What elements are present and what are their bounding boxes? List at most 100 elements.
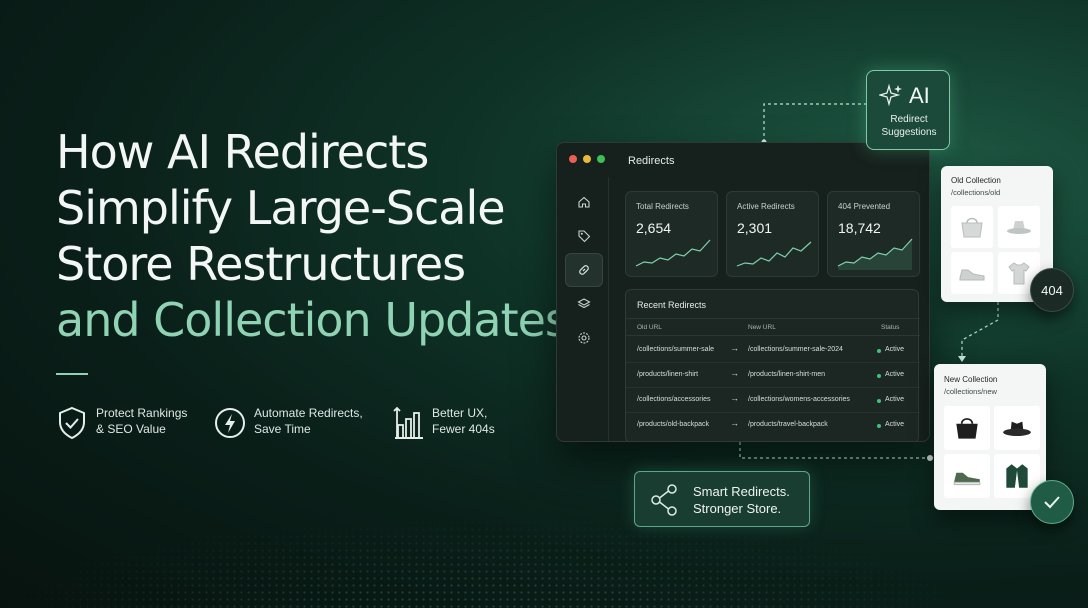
sparkline bbox=[736, 241, 812, 267]
feature-item: Better UX, Fewer 404s bbox=[392, 405, 542, 441]
product-tile bbox=[944, 454, 990, 498]
tshirt-icon bbox=[1008, 262, 1030, 285]
minimize-dot-icon[interactable] bbox=[583, 155, 591, 163]
feature-text: Better UX, Fewer 404s bbox=[432, 406, 495, 436]
arrow-right-icon: → bbox=[730, 393, 739, 403]
status-dot-icon bbox=[877, 399, 881, 403]
table-header: Old URL New URL Status bbox=[626, 318, 920, 336]
stat-value: 2,301 bbox=[737, 220, 773, 236]
table-row[interactable]: /collections/accessories → /collections/… bbox=[626, 388, 920, 413]
accent-divider bbox=[56, 373, 88, 375]
old-url: /collections/summer-sale bbox=[637, 346, 715, 353]
sidebar-item-redirects[interactable] bbox=[565, 253, 603, 287]
ai-subtitle: Redirect Suggestions bbox=[881, 114, 937, 138]
status-dot-icon bbox=[877, 374, 881, 378]
recent-redirects-panel: Recent Redirects Old URL New URL Status … bbox=[625, 289, 920, 441]
new-url: /collections/womens-accessories bbox=[748, 396, 850, 403]
handbag-icon bbox=[956, 418, 978, 439]
sparkle-icon bbox=[879, 83, 902, 107]
stat-label: Active Redirects bbox=[737, 202, 795, 211]
status-badge: Active bbox=[885, 371, 905, 378]
window-controls bbox=[569, 155, 605, 163]
headline-line-1: How AI Redirects bbox=[56, 125, 429, 179]
product-tile bbox=[951, 206, 993, 248]
sparkline bbox=[837, 238, 913, 270]
table-row[interactable]: /collections/summer-sale → /collections/… bbox=[626, 338, 920, 363]
shield-check-icon bbox=[59, 406, 85, 440]
headline-line-2: Simplify Large-Scale bbox=[56, 181, 506, 235]
stat-value: 18,742 bbox=[838, 220, 881, 236]
old-url: /collections/accessories bbox=[637, 396, 711, 403]
old-url: /products/linen-shirt bbox=[637, 371, 699, 378]
home-icon bbox=[578, 196, 590, 208]
table-row[interactable]: /products/old-backpack → /products/trave… bbox=[626, 413, 920, 438]
new-url: /products/linen-shirt-men bbox=[748, 371, 826, 378]
arrow-right-icon: → bbox=[730, 368, 739, 378]
maximize-dot-icon[interactable] bbox=[597, 155, 605, 163]
collection-title: New Collection bbox=[944, 375, 998, 384]
feature-list: Protect Rankings & SEO Value Automate Re… bbox=[56, 405, 542, 441]
fedora-hat-icon bbox=[1003, 421, 1031, 436]
sidebar-item-settings[interactable] bbox=[565, 321, 603, 355]
share-nodes-icon bbox=[651, 484, 677, 516]
smart-redirects-card: Smart Redirects. Stronger Store. bbox=[634, 471, 810, 527]
lightning-icon bbox=[215, 408, 245, 438]
stat-value: 2,654 bbox=[636, 220, 672, 236]
status-badge: Active bbox=[885, 346, 905, 353]
column-header: New URL bbox=[748, 324, 776, 331]
panel-title: Recent Redirects bbox=[637, 300, 707, 310]
feature-text: Automate Redirects, Save Time bbox=[254, 406, 363, 436]
tag-icon bbox=[578, 230, 591, 243]
old-url: /products/old-backpack bbox=[637, 421, 709, 428]
status-badge: Active bbox=[885, 396, 905, 403]
redirects-app-window: Redirects Total Redirects 2,654 Active R… bbox=[556, 142, 930, 442]
headline-line-3: Store Restructures bbox=[56, 237, 466, 291]
product-tile bbox=[951, 252, 993, 294]
close-dot-icon[interactable] bbox=[569, 155, 577, 163]
column-header: Status bbox=[881, 324, 900, 331]
column-header: Old URL bbox=[637, 324, 662, 331]
product-tile bbox=[998, 206, 1040, 248]
sneaker-icon bbox=[953, 472, 981, 486]
arrow-right-icon: → bbox=[730, 418, 739, 428]
feature-text: Protect Rankings & SEO Value bbox=[96, 406, 188, 436]
smart-redirects-text: Smart Redirects. Stronger Store. bbox=[693, 484, 790, 516]
collection-title: Old Collection bbox=[951, 176, 1001, 185]
new-url: /products/travel-backpack bbox=[748, 421, 828, 428]
sparkline bbox=[635, 239, 711, 267]
headline-line-4: and Collection Updates bbox=[56, 293, 569, 347]
handbag-icon bbox=[961, 217, 983, 238]
feature-item: Automate Redirects, Save Time bbox=[214, 405, 392, 441]
stat-label: Total Redirects bbox=[636, 202, 689, 211]
link-icon bbox=[579, 265, 589, 275]
sidebar-item-home[interactable] bbox=[565, 185, 603, 219]
stat-card-active-redirects: Active Redirects 2,301 bbox=[726, 191, 819, 277]
arrow-right-icon: → bbox=[730, 343, 739, 353]
bucket-hat-icon bbox=[1007, 221, 1031, 234]
new-url: /collections/summer-sale-2024 bbox=[748, 346, 843, 353]
window-title: Redirects bbox=[628, 155, 675, 167]
success-badge bbox=[1030, 480, 1074, 524]
layers-icon bbox=[577, 298, 591, 309]
sneaker-icon bbox=[959, 269, 985, 281]
status-badge: Active bbox=[885, 421, 905, 428]
status-dot-icon bbox=[877, 349, 881, 353]
table-row[interactable]: /products/linen-shirt → /products/linen-… bbox=[626, 363, 920, 388]
new-collection-card[interactable]: New Collection /collections/new bbox=[934, 364, 1046, 510]
ai-redirect-suggestions-card[interactable]: AI Redirect Suggestions bbox=[866, 70, 950, 150]
404-badge: 404 bbox=[1030, 268, 1074, 312]
bar-chart-icon bbox=[393, 406, 423, 439]
sidebar bbox=[557, 177, 609, 441]
settings-icon bbox=[578, 332, 590, 344]
collection-path: /collections/new bbox=[944, 387, 997, 396]
collection-path: /collections/old bbox=[951, 188, 1001, 197]
checkmark-icon bbox=[1044, 496, 1060, 509]
status-dot-icon bbox=[877, 424, 881, 428]
stat-label: 404 Prevented bbox=[838, 202, 891, 211]
jacket-icon bbox=[1006, 464, 1028, 488]
product-tile bbox=[944, 406, 990, 450]
product-tile bbox=[994, 406, 1040, 450]
sidebar-item-layers[interactable] bbox=[565, 287, 603, 321]
feature-item: Protect Rankings & SEO Value bbox=[56, 405, 214, 441]
sidebar-item-tags[interactable] bbox=[565, 219, 603, 253]
